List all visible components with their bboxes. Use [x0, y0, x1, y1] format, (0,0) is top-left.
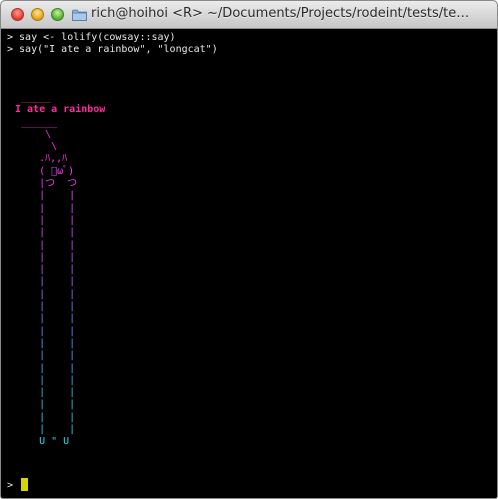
ascii-art-row: U " U — [15, 436, 70, 448]
minimize-button[interactable] — [31, 8, 44, 21]
ascii-art-row: I ate a rainbow — [15, 104, 106, 116]
prompt-line[interactable]: > — [7, 478, 29, 492]
ascii-art-row: | | — [15, 411, 76, 423]
ascii-art-row: | | — [15, 399, 76, 411]
command-line-1: > say <- lolify(cowsay::say) — [7, 32, 176, 43]
ascii-art-row: | | — [15, 276, 76, 288]
ascii-art-row: | | — [15, 424, 76, 436]
ascii-art-row: .ﾊ,,ﾊ — [15, 153, 68, 165]
ascii-art-row: | | — [15, 190, 76, 202]
ascii-art-row: | | — [15, 362, 76, 374]
command-line-2: > say("I ate a rainbow", "longcat") — [7, 44, 218, 55]
ascii-art-row: \ — [15, 141, 58, 153]
longcat-ascii-art: _____ I ate a rainbow ______ \ \ .ﾊ,,ﾊ ( … — [15, 92, 105, 449]
zoom-button[interactable] — [51, 8, 64, 21]
ascii-art-row: | | — [15, 325, 76, 337]
ascii-art-row: | | — [15, 313, 76, 325]
window-title: rich@hoihoi <R> ~/Documents/Projects/rod… — [91, 6, 470, 21]
ascii-art-row: | | — [15, 374, 76, 386]
close-button[interactable] — [11, 8, 24, 21]
ascii-art-row: | | — [15, 239, 76, 251]
ascii-art-row: _____ — [15, 92, 52, 103]
text-cursor — [21, 478, 29, 491]
ascii-art-row: ( ﾟωﾟ) — [15, 165, 75, 177]
ascii-art-row: \ — [15, 128, 52, 140]
ascii-art-row: |つ つ — [15, 178, 78, 190]
folder-icon — [72, 9, 87, 21]
ascii-art-row: | | — [15, 251, 76, 263]
ascii-art-row: | | — [15, 214, 76, 226]
ascii-art-row: | | — [15, 387, 76, 399]
ascii-art-row: | | — [15, 301, 76, 313]
ascii-art-row: | | — [15, 202, 76, 214]
terminal-output[interactable]: > say <- lolify(cowsay::say) > say("I at… — [1, 29, 497, 498]
ascii-art-row: | | — [15, 288, 76, 300]
ascii-art-row: ______ — [15, 116, 58, 128]
ascii-art-row: | | — [15, 337, 76, 349]
ascii-art-row: | | — [15, 227, 76, 239]
ascii-art-row: | | — [15, 264, 76, 276]
terminal-window: rich@hoihoi <R> ~/Documents/Projects/rod… — [0, 0, 498, 499]
prompt-symbol: > — [7, 480, 20, 491]
title-bar[interactable]: rich@hoihoi <R> ~/Documents/Projects/rod… — [1, 1, 497, 29]
ascii-art-row: | | — [15, 350, 76, 362]
